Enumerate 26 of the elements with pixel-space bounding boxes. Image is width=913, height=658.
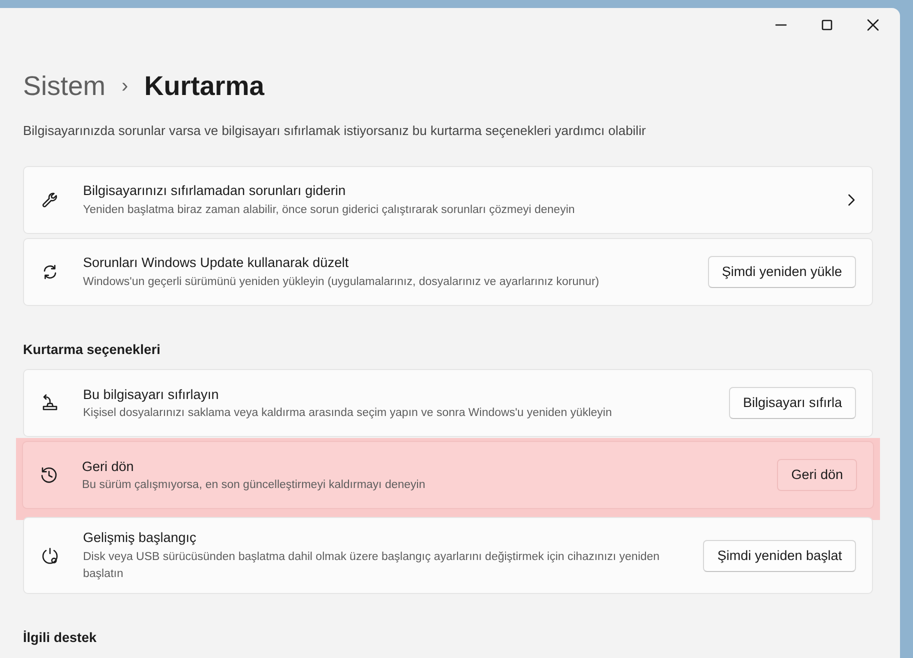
setting-card[interactable]: Bilgisayarınızı sıfırlamadan sorunları giderin Yeniden başlatma biraz zaman alabilir, önce sorun giderici çalıştırarak sorunları çözmeyi deneyin <box>23 166 873 234</box>
setting-title: Bilgisayarınızı sıfırlamadan sorunları giderin <box>83 182 347 200</box>
setting-title: Geri dön <box>82 458 135 476</box>
setting-description: Yeniden başlatma biraz zaman alabilir, önce sorun giderici çalıştırarak sorunları çözmeyi deneyin <box>83 202 576 218</box>
action-button[interactable]: Bilgisayarı sıfırla <box>728 387 856 420</box>
wrench-icon <box>40 190 60 210</box>
setting-title: Sorunları Windows Update kullanarak düzelt <box>83 254 350 272</box>
setting-description: Disk veya USB sürücüsünden başlatma dahil olmak üzere başlangıç ayarlarını değiştirmek için cihazınızı yeniden başlatın <box>83 550 661 582</box>
chevron-right-icon <box>846 194 856 206</box>
maximize-icon <box>821 19 833 31</box>
setting-description: Bu sürüm çalışmıyorsa, en son güncelleştirmeyi kaldırmayı deneyin <box>82 478 426 493</box>
section-heading: Kurtarma seçenekleri <box>23 341 162 359</box>
setting-description: Kişisel dosyalarınızı saklama veya kaldırma arasında seçim yapın ve sonra Windows'u yeniden yükleyin <box>83 406 613 421</box>
action-button[interactable]: Geri dön <box>777 459 857 492</box>
close-icon <box>867 19 879 31</box>
setting-description: Windows'un geçerli sürümünü yeniden yükleyin (uygulamalarınız, dosyalarınız ve ayarlarınız korunur) <box>83 274 600 290</box>
setting-title: Gelişmiş başlangıç <box>83 529 198 548</box>
setting-title: Bu bilgisayarı sıfırlayın <box>83 386 220 404</box>
breadcrumb-link[interactable]: Sistem <box>23 66 106 106</box>
history-icon <box>39 465 59 486</box>
page-description: Bilgisayarınızda sorunlar varsa ve bilgisayarı sıfırlamak istiyorsanız bu kurtarma seçenekleri yardımcı olabilir <box>23 122 647 140</box>
action-button[interactable]: Şimdi yeniden yükle <box>708 256 856 288</box>
section-heading: İlgili destek <box>23 629 98 647</box>
action-button[interactable]: Şimdi yeniden başlat <box>703 540 856 572</box>
page-title: Kurtarma <box>144 70 264 103</box>
breadcrumb-separator: › <box>122 74 128 100</box>
